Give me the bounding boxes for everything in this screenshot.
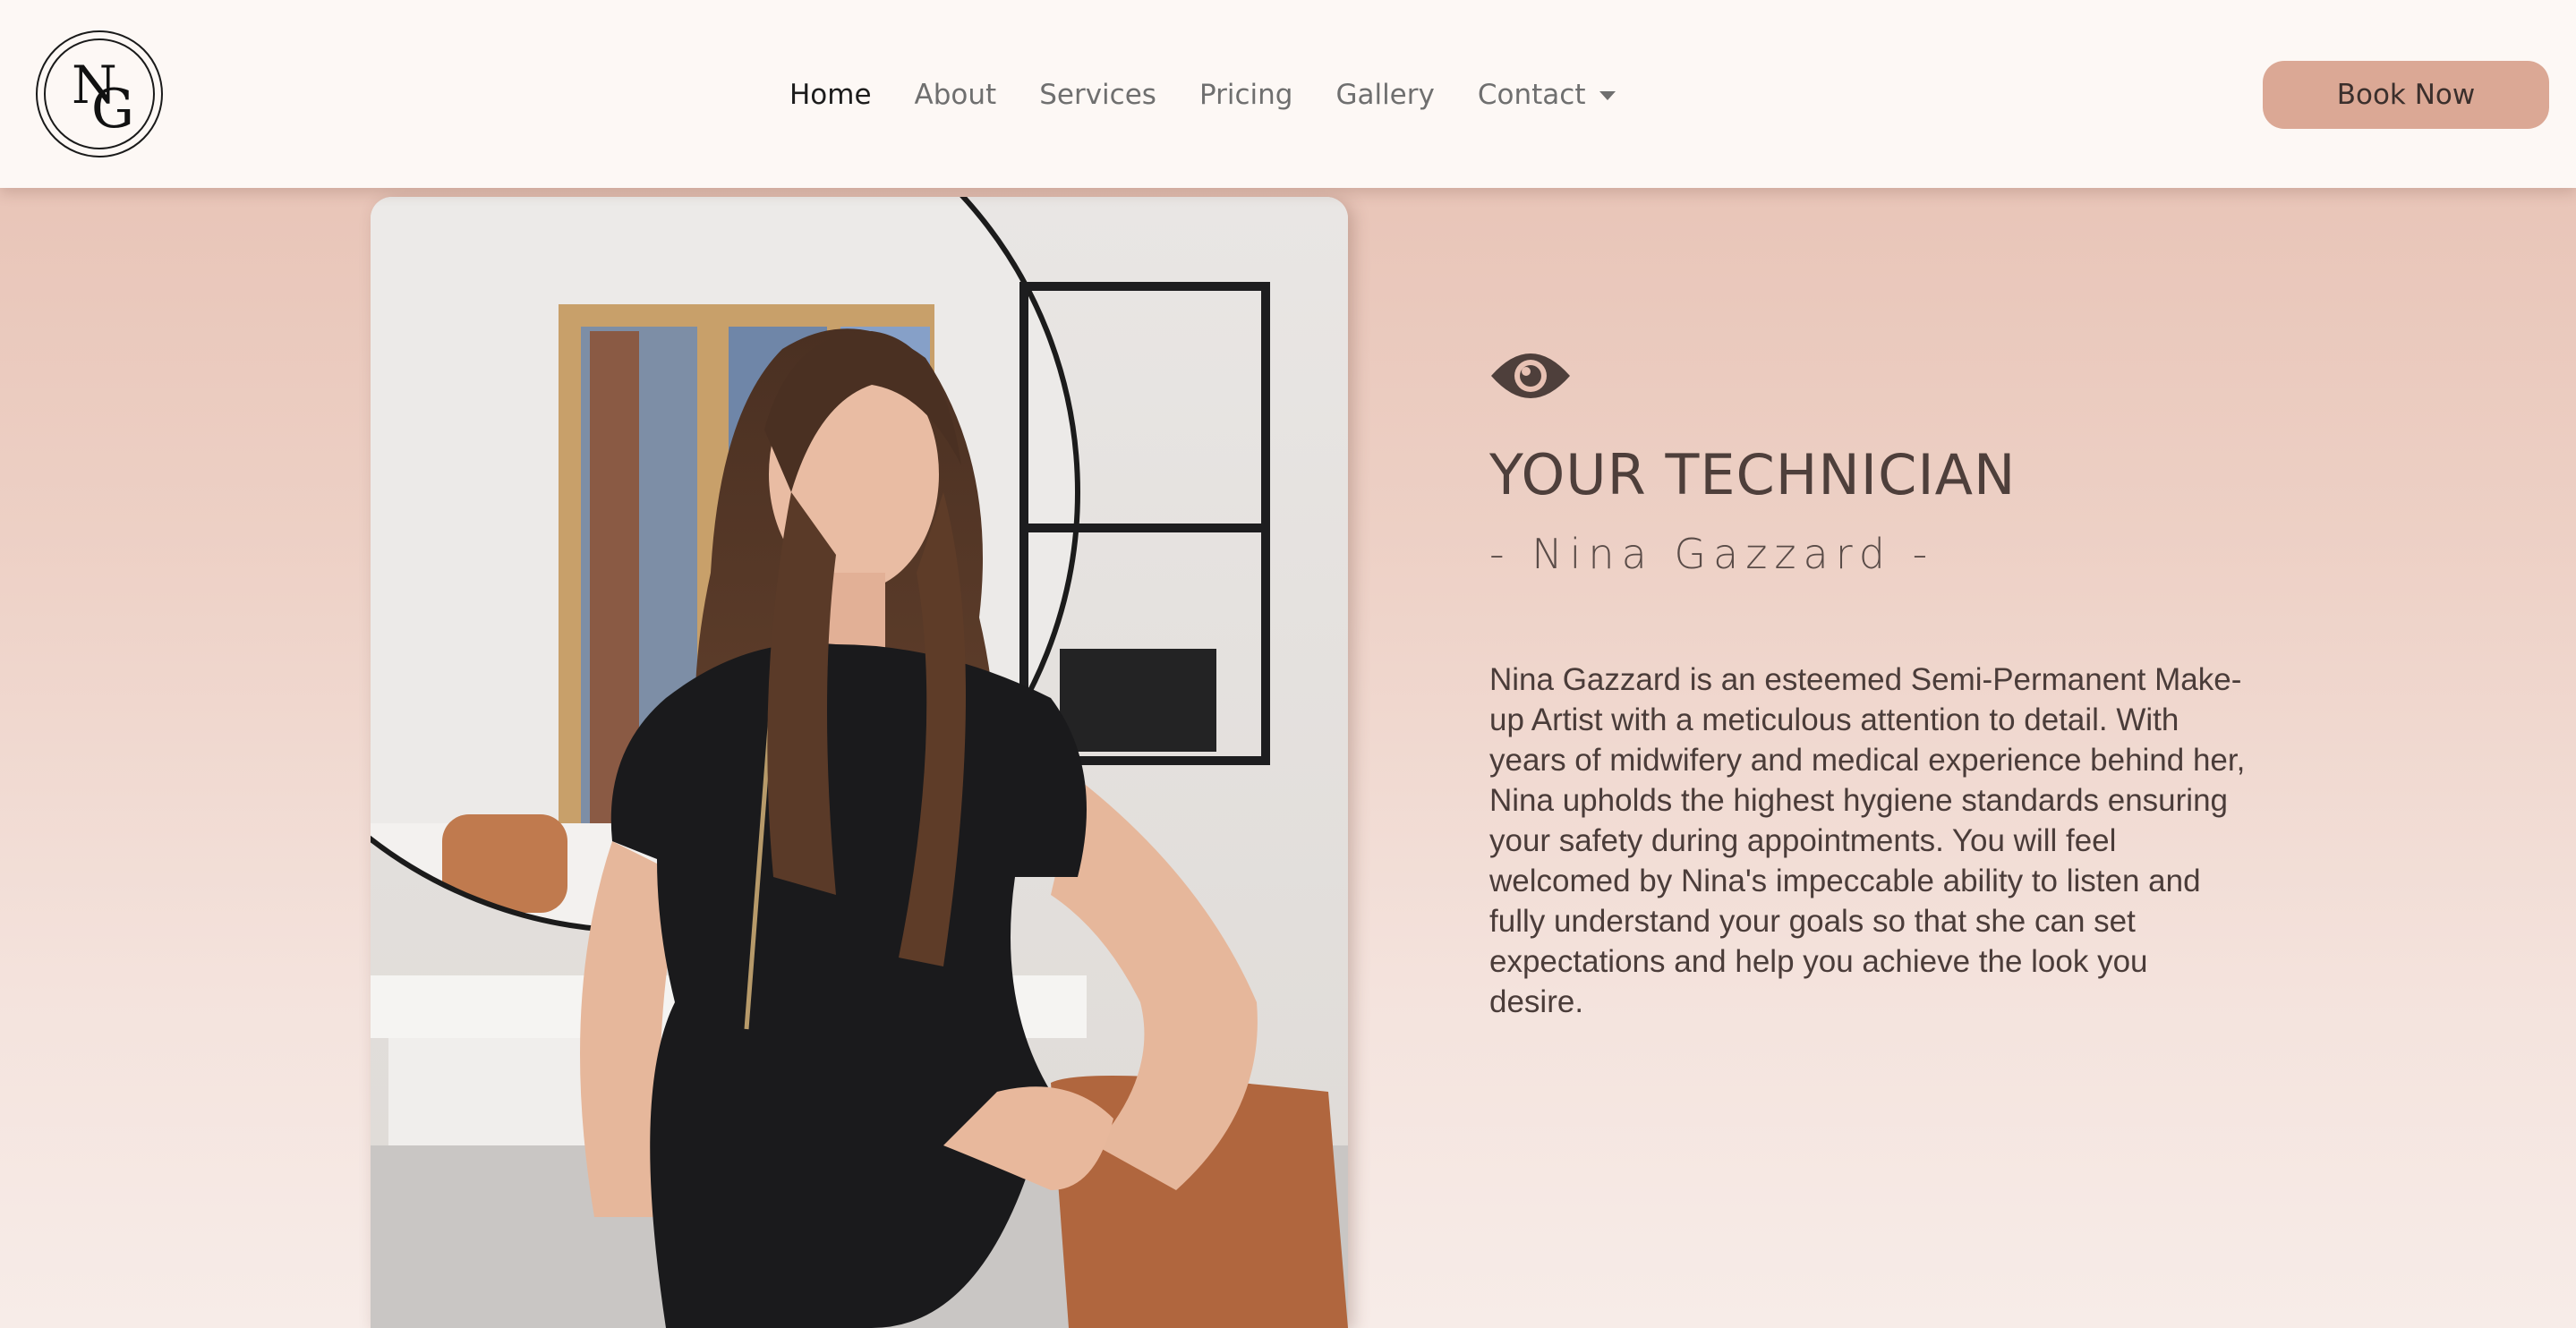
technician-photo	[371, 197, 1348, 1328]
section-title: YOUR TECHNICIAN	[1489, 442, 2017, 507]
technician-bio: Nina Gazzard is an esteemed Semi-Permane…	[1489, 662, 2246, 1019]
book-now-button[interactable]: Book Now	[2263, 61, 2549, 129]
ng-logo[interactable]: N G	[36, 30, 163, 157]
nav-item-gallery[interactable]: Gallery	[1335, 79, 1434, 111]
chevron-down-icon	[1599, 91, 1616, 100]
nav-item-about[interactable]: About	[915, 79, 997, 111]
nav-item-home[interactable]: Home	[789, 79, 872, 111]
site-header: N G Home About Services Pricing Gallery …	[0, 0, 2576, 188]
nav-item-pricing[interactable]: Pricing	[1199, 79, 1293, 111]
eye-icon	[1491, 353, 1570, 398]
nav-item-services[interactable]: Services	[1039, 79, 1156, 111]
technician-name: - Nina Gazzard -	[1489, 530, 1935, 578]
nav-item-contact-label: Contact	[1477, 79, 1586, 111]
main-nav: Home About Services Pricing Gallery Cont…	[789, 75, 1659, 115]
logo-letter-g: G	[91, 78, 134, 140]
nav-item-contact[interactable]: Contact	[1478, 79, 1616, 111]
